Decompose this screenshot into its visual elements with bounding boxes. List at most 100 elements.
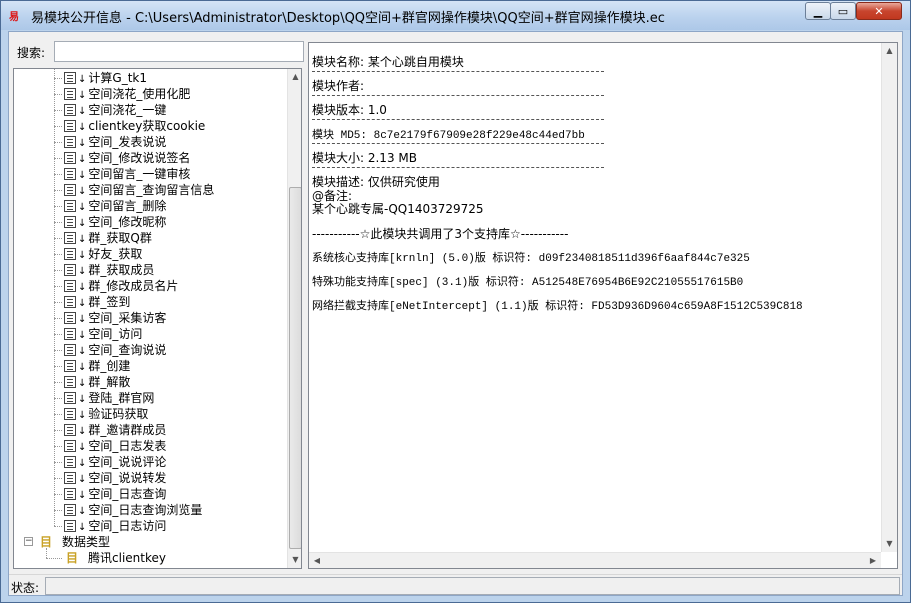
- tree-item-command[interactable]: ↓ 验证码获取: [64, 406, 148, 422]
- command-icon: [64, 296, 76, 308]
- tree-item-command[interactable]: ↓ clientkey获取cookie: [64, 118, 205, 134]
- command-icon: [64, 376, 76, 388]
- minimize-button[interactable]: ▁: [805, 2, 831, 20]
- tree-item-command[interactable]: ↓ 空间_日志发表: [64, 438, 166, 454]
- tree-item-command[interactable]: ↓ 计算G_tk1: [64, 70, 147, 86]
- tree-item-command[interactable]: ↓ 群_获取成员: [64, 262, 154, 278]
- tree-item-label: 计算G_tk1: [88, 71, 147, 85]
- tree-item-command[interactable]: ↓ 群_获取Q群: [64, 230, 152, 246]
- tree-item-command[interactable]: ↓ 群_解散: [64, 374, 130, 390]
- tree-guide-line: [54, 462, 62, 463]
- tree-item-datatype[interactable]: 目腾讯clientkey: [66, 550, 166, 566]
- status-label: 状态:: [11, 581, 40, 595]
- tree-guide-line: [54, 430, 62, 431]
- tree-item-label: 群_创建: [88, 359, 131, 373]
- command-icon: [64, 408, 76, 420]
- tree-item-command[interactable]: ↓ 空间留言_一键审核: [64, 166, 190, 182]
- tree-guide-line: [54, 526, 62, 527]
- tree-item-command[interactable]: ↓ 空间_日志访问: [64, 518, 166, 534]
- tree-item-command[interactable]: ↓ 群_签到: [64, 294, 130, 310]
- scroll-down-icon[interactable]: ▼: [882, 536, 897, 552]
- tree-item-label: 群_解散: [88, 375, 131, 389]
- tree-guide-line: [54, 206, 62, 207]
- tree-guide-line: [54, 190, 62, 191]
- tree-item-command[interactable]: ↓ 空间_访问: [64, 326, 142, 342]
- info-horizontal-scrollbar[interactable]: ◀ ▶: [309, 552, 881, 568]
- collapse-icon[interactable]: −: [24, 537, 33, 546]
- title-bar[interactable]: 易 易模块公开信息 - C:\Users\Administrator\Deskt…: [1, 1, 910, 30]
- module-tree: ↓ 计算G_tk1 ↓ 空间浇花_使用化肥 ↓ 空间浇花_一键 ↓ clientkey获取co…: [13, 68, 302, 569]
- divider: [312, 167, 604, 168]
- tree-guide-line: [54, 158, 62, 159]
- tree-item-command[interactable]: ↓ 登陆_群官网: [64, 390, 154, 406]
- support-lib-krnln: 系统核心支持库[krnln] (5.0)版 标识符: d09f234081851…: [312, 253, 750, 265]
- command-icon: [64, 472, 76, 484]
- tree-guide-line: [54, 302, 62, 303]
- tree-item-command[interactable]: ↓ 空间浇花_使用化肥: [64, 86, 190, 102]
- info-vertical-scrollbar[interactable]: ▲ ▼: [881, 43, 897, 552]
- close-icon: ✕: [874, 4, 884, 18]
- datatype-icon: 目: [66, 551, 79, 565]
- tree-item-label: 空间留言_删除: [88, 199, 167, 213]
- tree-item-command[interactable]: ↓ 空间_修改说说签名: [64, 150, 190, 166]
- tree-item-label: 空间_采集访客: [88, 311, 167, 325]
- tree-guide-line: [54, 142, 62, 143]
- tree-item-command[interactable]: ↓ 群_邀请群成员: [64, 422, 166, 438]
- command-icon: [64, 184, 76, 196]
- scroll-right-icon[interactable]: ▶: [865, 553, 881, 568]
- tree-guide-line: [54, 318, 62, 319]
- tree-item-command[interactable]: ↓ 空间_说说评论: [64, 454, 166, 470]
- command-icon: [64, 520, 76, 532]
- scroll-down-icon[interactable]: ▼: [288, 552, 301, 568]
- maximize-button[interactable]: ▭: [830, 2, 856, 20]
- tree-guide-line: [54, 78, 62, 79]
- tree-item-label: 空间_发表说说: [88, 135, 167, 149]
- module-name: 模块名称: 某个心跳自用模块: [312, 55, 464, 69]
- tree-item-label: 空间_访问: [88, 327, 143, 341]
- tree-item-label: 空间_日志发表: [88, 439, 167, 453]
- command-icon: [64, 200, 76, 212]
- tree-item-command[interactable]: ↓ 空间_采集访客: [64, 310, 166, 326]
- tree-guide-line: [54, 398, 62, 399]
- command-icon: [64, 152, 76, 164]
- tree-item-command[interactable]: ↓ 空间留言_删除: [64, 198, 166, 214]
- tree-item-command[interactable]: ↓ 空间_说说转发: [64, 470, 166, 486]
- close-button[interactable]: ✕: [856, 2, 902, 20]
- command-icon: [64, 456, 76, 468]
- command-icon: [64, 232, 76, 244]
- tree-item-datatype-folder[interactable]: 目数据类型: [40, 534, 110, 550]
- tree-item-command[interactable]: ↓ 空间_发表说说: [64, 134, 166, 150]
- tree-guide-line: [54, 366, 62, 367]
- tree-item-command[interactable]: ↓ 空间留言_查询留言信息: [64, 182, 214, 198]
- tree-item-command[interactable]: ↓ 空间浇花_一键: [64, 102, 166, 118]
- tree-item-label: 空间_日志查询浏览量: [88, 503, 203, 517]
- tree-item-command[interactable]: ↓ 空间_查询说说: [64, 342, 166, 358]
- tree-item-command[interactable]: ↓ 空间_日志查询浏览量: [64, 502, 202, 518]
- tree-item-command[interactable]: ↓ 好友_获取: [64, 246, 142, 262]
- tree-item-label: 空间_说说转发: [88, 471, 167, 485]
- module-md5: 模块 MD5: 8c7e2179f67909e28f229e48c44ed7bb: [312, 130, 585, 142]
- command-icon: [64, 88, 76, 100]
- tree-item-command[interactable]: ↓ 群_创建: [64, 358, 130, 374]
- command-icon: [64, 360, 76, 372]
- tree-item-label: 群_邀请群成员: [88, 423, 167, 437]
- tree-item-label: 数据类型: [62, 535, 111, 549]
- tree-item-command[interactable]: ↓ 群_修改成员名片: [64, 278, 178, 294]
- scroll-up-icon[interactable]: ▲: [882, 43, 897, 59]
- module-info-panel: 模块名称: 某个心跳自用模块 模块作者: 模块版本: 1.0 模块 MD5: 8…: [308, 42, 898, 569]
- tree-item-label: 好友_获取: [88, 247, 143, 261]
- command-icon: [64, 504, 76, 516]
- tree-guide-line: [46, 548, 47, 558]
- scroll-thumb[interactable]: [289, 187, 301, 549]
- search-input[interactable]: [54, 41, 304, 62]
- tree-guide-line: [54, 286, 62, 287]
- scroll-up-icon[interactable]: ▲: [288, 69, 301, 85]
- tree-guide-line: [46, 558, 62, 559]
- scroll-left-icon[interactable]: ◀: [309, 553, 325, 568]
- maximize-icon: ▭: [837, 4, 849, 18]
- tree-guide-line: [54, 382, 62, 383]
- tree-item-command[interactable]: ↓ 空间_日志查询: [64, 486, 166, 502]
- tree-item-label: 验证码获取: [88, 407, 149, 421]
- tree-item-command[interactable]: ↓ 空间_修改昵称: [64, 214, 166, 230]
- tree-vertical-scrollbar[interactable]: ▲ ▼: [287, 69, 301, 568]
